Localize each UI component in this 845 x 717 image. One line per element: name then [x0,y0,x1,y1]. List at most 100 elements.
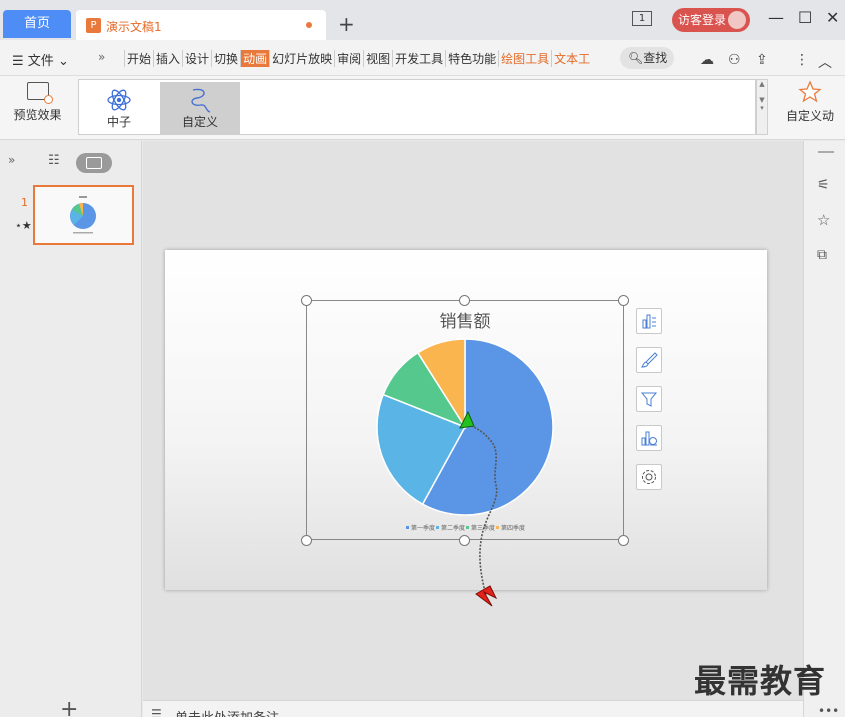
preview-button[interactable]: 预览效果 [10,82,65,123]
ribbon-tab[interactable]: 审阅 [334,50,363,67]
gear-icon [642,470,656,484]
login-label: 访客登录 [678,13,727,27]
file-menu[interactable]: ☰ 文件 ⌄ [12,50,69,69]
transition-icon[interactable]: ⧉ [817,247,827,263]
legend-label: 第二季度 [441,524,465,532]
collapse-ribbon-icon[interactable]: ︿ [818,52,832,72]
chart-settings-button[interactable] [636,464,662,490]
slide-number: 1 [21,196,28,209]
brush-icon [640,352,658,368]
outline-view-icon[interactable]: ☷ [48,153,60,168]
chart-filter-button[interactable] [636,386,662,412]
expand-panel-icon[interactable]: » [8,153,15,167]
thumbnail-chart [70,196,96,234]
effect-label: 自定义 [181,115,218,129]
notes-bar[interactable]: ☰ 单击此处添加备注 [143,700,803,717]
ribbon-tab[interactable]: 设计 [182,50,211,67]
search-button[interactable]: 🔍︎查找 [620,47,674,69]
ribbon-tab[interactable]: 文本工 [551,50,592,67]
unsaved-dot-icon [306,22,312,28]
legend-swatch [466,526,469,529]
ribbon-tab[interactable]: 开发工具 [392,50,445,67]
drag-handle-icon[interactable] [818,151,834,153]
animation-pane-icon[interactable]: ☆ [817,211,830,229]
chart-elements-icon [642,314,656,329]
effect-gallery: 中子 自定义 [78,79,756,135]
minimize-button[interactable]: — [768,8,784,27]
slide-thumbnail[interactable] [33,185,134,245]
atom-icon [107,89,131,111]
effect-neutron[interactable]: 中子 [79,82,159,134]
add-slide-button[interactable]: + [60,697,78,717]
watermark: 最需教育 [694,662,827,700]
search-icon: 🔍︎ [628,51,644,65]
login-button[interactable]: 访客登录 [672,8,750,32]
menu-bar: ☰ 文件 ⌄ » 开始 插入 设计 切换 动画 幻灯片放映 审阅 视图 开发工具 特色功能 绘图工具… [0,40,845,76]
chart-gallery-icon [641,431,657,446]
slide-view-toggle[interactable] [76,153,112,173]
expand-icon[interactable]: » [98,50,105,64]
legend-swatch [436,526,439,529]
resize-handle[interactable] [301,295,312,306]
ribbon-tab[interactable]: 插入 [153,50,182,67]
ribbon-tab[interactable]: 绘图工具 [498,50,551,67]
ribbon-tab[interactable]: 开始 [124,50,153,67]
preview-icon [26,82,53,104]
custom-animation-label: 自定义动 [785,109,834,123]
animation-star-icon: ⋆★ [15,219,32,232]
gallery-scrollbar[interactable]: ▲ ▼ ▾ [756,79,768,135]
preview-label: 预览效果 [13,108,62,122]
more-options-icon[interactable]: ••• [818,704,839,717]
ribbon-tab[interactable]: 视图 [363,50,392,67]
hamburger-icon: ☰ [12,54,28,69]
document-title: 演示文稿1 [106,20,162,34]
presentation-icon: P [86,18,101,33]
ribbon-tab[interactable]: 切换 [211,50,240,67]
slide-view-icon [86,157,102,169]
pie-chart[interactable]: 第一季度 第二季度 第三季度 第四季度 [306,300,624,620]
ribbon-tab[interactable]: 特色功能 [445,50,498,67]
more-icon[interactable]: ⋮ [795,52,809,68]
cloud-icon[interactable]: ☁ [700,52,714,68]
ribbon-tabs: 开始 插入 设计 切换 动画 幻灯片放映 审阅 视图 开发工具 特色功能 绘图工具 文本工 [124,50,592,67]
search-label: 查找 [643,51,668,65]
filter-icon [640,392,658,407]
chart-style-button[interactable] [636,347,662,373]
legend-label: 第四季度 [501,524,525,532]
custom-path-icon [191,88,211,113]
chevron-down-icon: ⌄ [53,54,69,69]
chart-online-button[interactable] [636,425,662,451]
legend-swatch [406,526,409,529]
tab-document[interactable]: P 演示文稿1 [76,10,326,40]
file-menu-label: 文件 [27,54,54,69]
share-user-icon[interactable]: ⚇ [728,52,741,68]
custom-animation-button[interactable]: 自定义动 [784,80,836,124]
resize-handle[interactable] [459,295,470,306]
effect-label: 中子 [106,115,131,129]
ribbon-tab[interactable]: 幻灯片放映 [269,50,334,67]
page-indicator-icon[interactable]: 1 [632,11,652,26]
avatar [728,11,746,29]
resize-handle[interactable] [618,535,629,546]
close-button[interactable]: ✕ [826,8,839,27]
star-animation-icon [798,80,822,103]
new-tab-button[interactable]: + [338,12,355,36]
chart-elements-button[interactable] [636,308,662,334]
export-icon[interactable]: ⇪ [756,52,768,68]
title-bar: 首页 P 演示文稿1 + 1 访客登录 — ☐ ✕ [0,0,845,40]
legend-swatch [496,526,499,529]
notes-icon: ☰ [151,707,162,717]
ribbon: 预览效果 中子 自定义 ▲ ▼ ▾ 自定义动 [0,76,845,140]
resize-handle[interactable] [618,295,629,306]
tab-home[interactable]: 首页 [3,10,71,38]
resize-handle[interactable] [301,535,312,546]
properties-icon[interactable]: ⚟ [817,177,830,193]
effect-custom-path[interactable]: 自定义 [160,82,240,134]
slides-panel: » ☷ 1 ⋆★ + [0,141,142,717]
path-end-marker-icon[interactable] [475,585,498,607]
right-task-pane: ⚟ ☆ ⧉ ••• [803,141,845,717]
maximize-button[interactable]: ☐ [798,8,812,27]
ribbon-tab[interactable]: 动画 [240,50,270,67]
resize-handle[interactable] [459,535,470,546]
notes-placeholder: 单击此处添加备注 [175,707,279,717]
